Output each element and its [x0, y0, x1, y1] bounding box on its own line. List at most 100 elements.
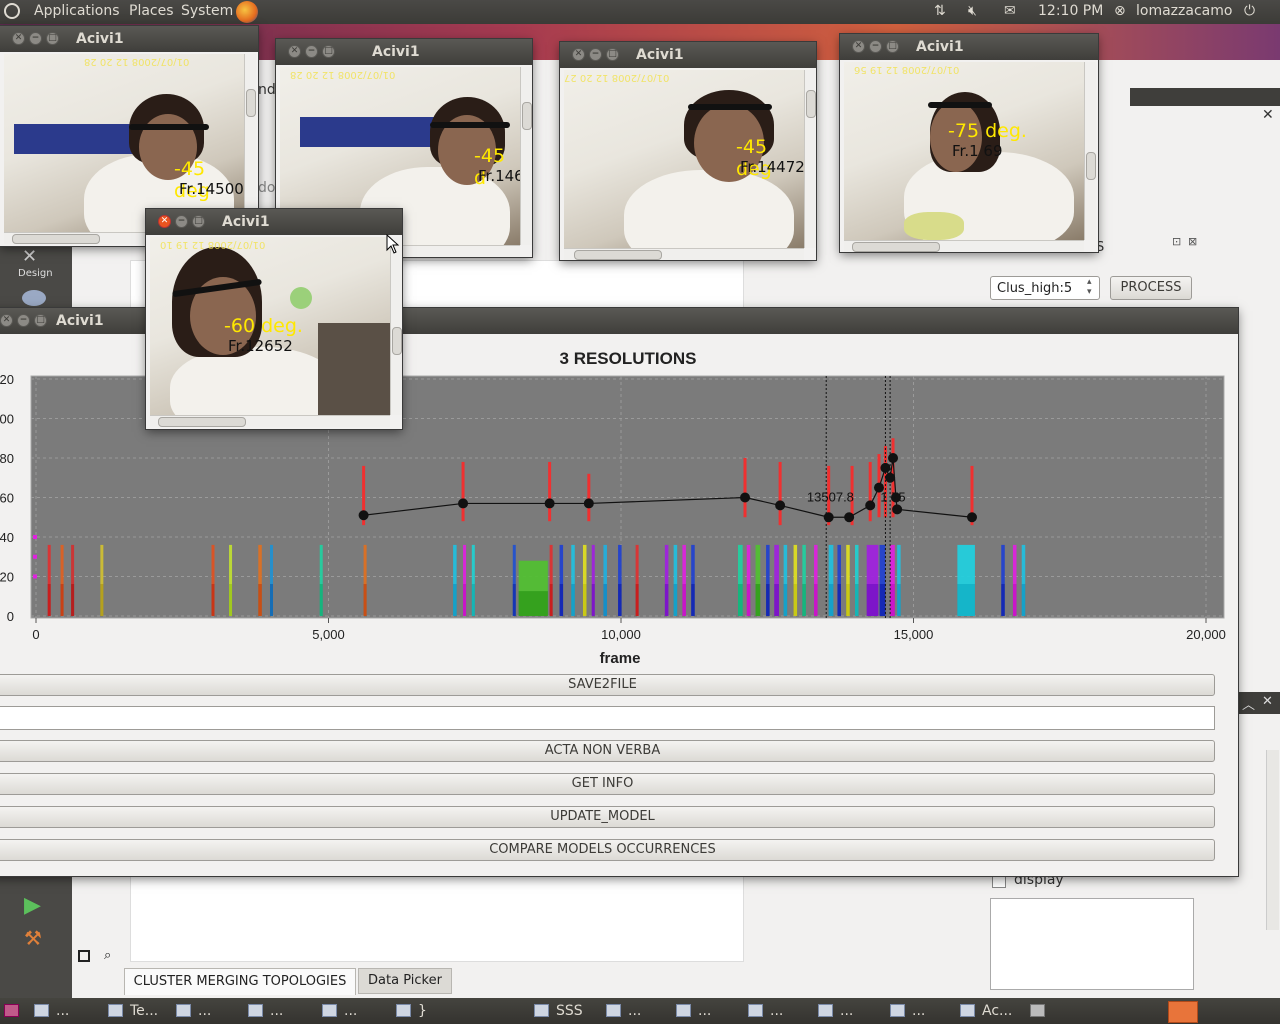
taskbar-window-icon[interactable] [890, 1004, 905, 1017]
occurrence-bar-lower [957, 584, 975, 616]
save2file-button[interactable]: SAVE2FILE [0, 674, 1215, 696]
close-icon[interactable]: ✕ [0, 314, 13, 327]
taskbar-item[interactable]: ... [56, 1003, 69, 1019]
taskbar-item[interactable]: SSS [556, 1003, 583, 1019]
minimize-icon[interactable]: − [29, 32, 42, 45]
taskbar-item[interactable]: ... [628, 1003, 641, 1019]
close-icon[interactable]: ✕ [852, 40, 865, 53]
horizontal-scrollbar[interactable] [844, 240, 1084, 252]
taskbar-window-icon[interactable] [396, 1004, 411, 1017]
process-button[interactable]: PROCESS [1110, 276, 1192, 300]
output-field[interactable] [0, 706, 1215, 730]
frame-label: Fr.12652 [228, 337, 293, 355]
vertical-scrollbar[interactable] [1084, 62, 1096, 240]
x-tick-label: 20,000 [1186, 627, 1226, 642]
taskbar-item[interactable]: ... [770, 1003, 783, 1019]
workspace-switcher-icon[interactable] [1168, 1001, 1198, 1023]
taskbar-window-icon[interactable] [606, 1004, 621, 1017]
vertical-scrollbar[interactable] [520, 67, 532, 245]
taskbar-window-icon[interactable] [818, 1004, 833, 1017]
close-icon[interactable]: ✕ [12, 32, 25, 45]
taskbar-window-icon[interactable] [676, 1004, 691, 1017]
minimize-icon[interactable]: − [305, 45, 318, 58]
ubuntu-logo-icon[interactable] [4, 3, 20, 19]
taskbar-window-icon[interactable] [322, 1004, 337, 1017]
system-menu[interactable]: System [181, 3, 233, 19]
taskbar-item[interactable]: Te... [130, 1003, 158, 1019]
maximize-icon[interactable]: □ [322, 45, 335, 58]
occurrence-bar-lower [618, 584, 622, 616]
taskbar-window-icon[interactable] [108, 1004, 123, 1017]
title-bar: ✕ − □ Acivi1 [276, 39, 532, 65]
vertical-scrollbar[interactable] [390, 237, 402, 415]
occurrence-bar-lower [319, 584, 323, 616]
minimize-icon[interactable]: − [17, 314, 30, 327]
taskbar-item[interactable]: ... [344, 1003, 357, 1019]
volume-muted-icon[interactable]: 🔇︎ [968, 3, 977, 19]
update-model-button[interactable]: UPDATE_MODEL [0, 806, 1215, 828]
mail-icon[interactable]: ✉ [1004, 3, 1016, 19]
taskbar-item[interactable]: ... [270, 1003, 283, 1019]
y-tick-label: 20 [0, 570, 14, 585]
run-icon[interactable]: ▶ [24, 893, 41, 918]
display-checkbox[interactable] [992, 874, 1006, 888]
show-desktop-icon[interactable] [4, 1004, 19, 1017]
close-icon[interactable]: ✕ [572, 48, 585, 61]
cluster-combo[interactable]: Clus_high:5 ▴ ▾ [990, 276, 1100, 300]
get-info-button[interactable]: GET INFO [0, 773, 1215, 795]
minimize-icon[interactable]: − [589, 48, 602, 61]
tab-data-picker[interactable]: Data Picker [358, 968, 452, 994]
design-icon[interactable]: ✕ [22, 246, 37, 267]
minimize-icon[interactable]: − [175, 215, 188, 228]
hammer-icon[interactable]: ⚒ [24, 926, 42, 950]
right-scrollbar[interactable] [1266, 750, 1279, 930]
close-icon[interactable]: ✕ [1262, 107, 1274, 123]
close-icon[interactable]: ⊠ [1188, 235, 1197, 248]
taskbar-item[interactable]: ... [698, 1003, 711, 1019]
taskbar-window-icon[interactable] [960, 1004, 975, 1017]
maximize-icon[interactable]: □ [192, 215, 205, 228]
horizontal-scrollbar[interactable] [150, 415, 390, 427]
places-menu[interactable]: Places [129, 3, 174, 19]
taskbar-item[interactable]: ... [912, 1003, 925, 1019]
user-name[interactable]: lomazzacamo [1136, 3, 1232, 19]
maximize-icon[interactable]: □ [606, 48, 619, 61]
tab-cluster-merging[interactable]: CLUSTER MERGING TOPOLOGIES [124, 968, 356, 995]
maximize-icon[interactable]: □ [886, 40, 899, 53]
applications-menu[interactable]: Applications [34, 3, 120, 19]
taskbar-item[interactable]: ... [840, 1003, 853, 1019]
close-icon[interactable]: ✕ [288, 45, 301, 58]
search-icon[interactable]: ⌕ [104, 948, 111, 963]
layout-icon[interactable] [78, 950, 90, 962]
occurrence-bar-lower [512, 584, 516, 616]
globe-icon[interactable] [22, 290, 46, 306]
power-icon[interactable]: ⏻ [1244, 3, 1255, 19]
taskbar-window-icon[interactable] [248, 1004, 263, 1017]
horizontal-scrollbar[interactable] [564, 248, 804, 260]
taskbar-window-icon[interactable] [176, 1004, 191, 1017]
occurrence-bar-lower [559, 584, 564, 616]
network-icon[interactable]: ⇅ [934, 3, 946, 19]
taskbar-window-icon[interactable] [534, 1004, 549, 1017]
vertical-scrollbar[interactable] [244, 54, 256, 232]
chevron-up-icon[interactable]: ︿ [1242, 694, 1255, 713]
clock[interactable]: 12:10 PM [1038, 3, 1103, 19]
minimize-icon[interactable]: − [869, 40, 882, 53]
maximize-icon[interactable]: □ [46, 32, 59, 45]
vertical-scrollbar[interactable] [804, 70, 816, 248]
taskbar-item[interactable]: } [418, 1003, 427, 1019]
close-icon[interactable]: ✕ [158, 215, 171, 228]
close-icon[interactable]: ✕ [1262, 694, 1273, 709]
taskbar-window-icon[interactable] [34, 1004, 49, 1017]
acta-non-verba-button[interactable]: ACTA NON VERBA [0, 740, 1215, 762]
taskbar-window-icon[interactable] [748, 1004, 763, 1017]
trash-icon[interactable] [1030, 1004, 1045, 1017]
taskbar-item[interactable]: ... [198, 1003, 211, 1019]
spinner-arrows-icon[interactable]: ▴ ▾ [1087, 277, 1092, 297]
compare-models-button[interactable]: COMPARE MODELS OCCURRENCES [0, 839, 1215, 861]
maximize-icon[interactable]: □ [34, 314, 47, 327]
firefox-icon[interactable] [236, 1, 258, 23]
user-icon[interactable]: ⊗ [1114, 3, 1126, 19]
taskbar-item[interactable]: Ac... [982, 1003, 1012, 1019]
restore-icon[interactable]: ⊡ [1172, 235, 1181, 248]
